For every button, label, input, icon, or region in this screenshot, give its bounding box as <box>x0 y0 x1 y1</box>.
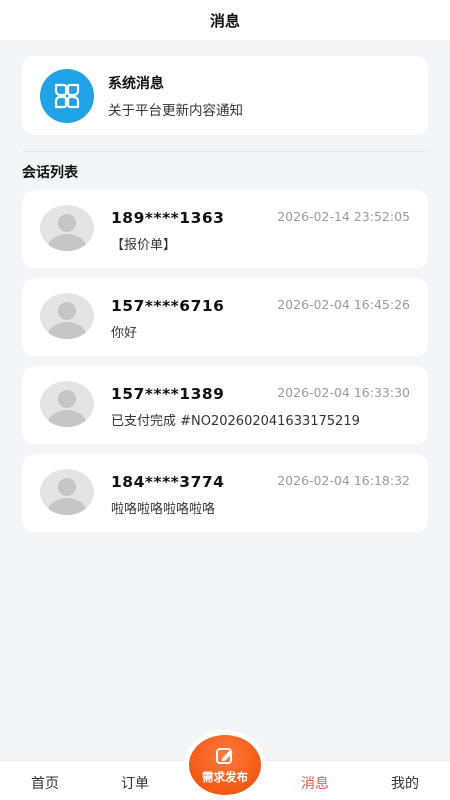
conversation-preview: 【报价单】 <box>111 238 177 253</box>
avatar-placeholder-icon <box>40 381 94 427</box>
edit-icon <box>216 747 233 764</box>
conversation-item[interactable]: 157****1389 2026-02-04 16:33:30 已支付完成 #N… <box>22 366 428 444</box>
conversation-preview: 已支付完成 #NO202602041633175219 <box>111 414 360 429</box>
conversation-time: 2026-02-14 23:52:05 <box>277 209 410 224</box>
conversation-time: 2026-02-04 16:45:26 <box>277 297 410 312</box>
avatar-placeholder-icon <box>40 293 94 339</box>
system-message-title: 系统消息 <box>108 75 164 92</box>
conversation-preview: 你好 <box>111 326 138 341</box>
conversation-name: 189****1363 <box>111 209 225 227</box>
tab-orders[interactable]: 订单 <box>105 773 165 793</box>
system-message-desc: 关于平台更新内容通知 <box>108 102 243 119</box>
avatar-placeholder-icon <box>40 469 94 515</box>
tab-home[interactable]: 首页 <box>15 773 75 793</box>
publish-request-button[interactable]: 需求发布 <box>189 735 261 795</box>
system-message-icon <box>40 68 94 123</box>
conversation-name: 184****3774 <box>111 473 225 491</box>
conversation-item[interactable]: 189****1363 2026-02-14 23:52:05 【报价单】 <box>22 190 428 268</box>
conversation-preview: 啦咯啦咯啦咯啦咯 <box>111 502 216 517</box>
tab-messages[interactable]: 消息 <box>285 773 345 793</box>
divider <box>22 151 428 152</box>
conversation-name: 157****1389 <box>111 385 225 403</box>
conversation-item[interactable]: 184****3774 2026-02-04 16:18:32 啦咯啦咯啦咯啦咯 <box>22 454 428 532</box>
conversation-time: 2026-02-04 16:18:32 <box>277 473 410 488</box>
conversation-item[interactable]: 157****6716 2026-02-04 16:45:26 你好 <box>22 278 428 356</box>
avatar-placeholder-icon <box>40 205 94 251</box>
top-bar: 消息 <box>0 0 450 40</box>
tab-mine[interactable]: 我的 <box>375 773 435 793</box>
conversation-name: 157****6716 <box>111 297 225 315</box>
system-message-card[interactable]: 系统消息 关于平台更新内容通知 <box>22 56 428 135</box>
conversation-time: 2026-02-04 16:33:30 <box>277 385 410 400</box>
grid-petal-icon <box>54 83 80 108</box>
section-title: 会话列表 <box>22 165 78 181</box>
publish-request-label: 需求发布 <box>202 769 248 784</box>
page-title: 消息 <box>209 11 240 30</box>
